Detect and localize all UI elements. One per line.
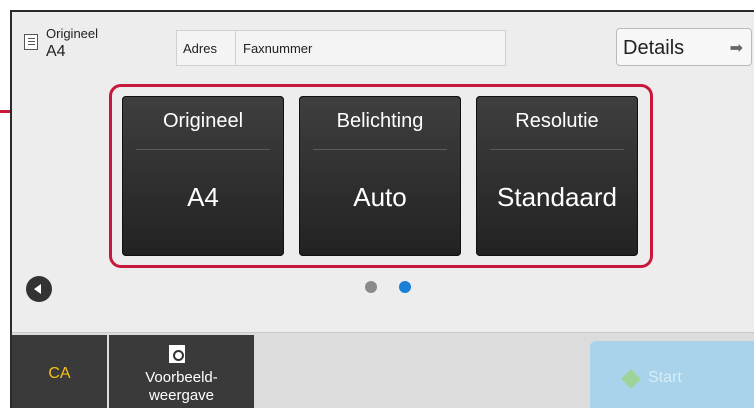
start-diamond-icon <box>621 369 641 389</box>
bottom-bar: CA Voorbeeld- weergave Start <box>12 332 754 408</box>
details-button-label: Details <box>623 37 685 59</box>
original-document-icon <box>24 34 38 50</box>
tile-title: Belichting <box>336 110 424 132</box>
original-size-value[interactable]: A4 <box>46 43 66 61</box>
start-button-label: Start <box>648 369 682 386</box>
original-label: Origineel <box>46 26 99 41</box>
start-button[interactable]: Start <box>590 341 754 408</box>
fax-screen: Origineel A4 Adres Faxnummer Details ➡ O… <box>10 10 754 408</box>
magnifier-document-icon <box>169 345 185 363</box>
address-label: Adres <box>183 41 217 56</box>
preview-button[interactable]: Voorbeeld- weergave <box>109 335 254 408</box>
tile-divider <box>313 149 447 150</box>
back-arrow-icon[interactable] <box>26 276 52 302</box>
address-separator <box>235 31 236 65</box>
page-dot-1[interactable] <box>365 281 377 293</box>
tile-original[interactable]: Origineel A4 <box>122 96 284 256</box>
tile-title: Origineel <box>162 110 244 132</box>
tile-resolution[interactable]: Resolutie Standaard <box>476 96 638 256</box>
tile-divider <box>136 149 270 150</box>
tile-value: Standaard <box>497 182 617 212</box>
tile-value: A4 <box>187 182 219 212</box>
details-button[interactable]: Details ➡ <box>616 28 752 66</box>
tile-value: Auto <box>353 182 407 212</box>
page-dot-2[interactable] <box>399 281 411 293</box>
tile-divider <box>490 149 624 150</box>
ca-button[interactable]: CA <box>12 335 107 408</box>
top-bar: Origineel A4 Adres Faxnummer Details ➡ <box>12 12 754 86</box>
preview-button-label: Voorbeeld- weergave <box>145 369 218 404</box>
tile-title: Resolutie <box>515 110 599 132</box>
ca-button-label: CA <box>48 365 71 382</box>
address-field[interactable]: Adres Faxnummer <box>176 30 506 66</box>
arrow-right-icon: ➡ <box>729 40 743 57</box>
tile-exposure[interactable]: Belichting Auto <box>299 96 461 256</box>
fax-number-input[interactable]: Faxnummer <box>243 41 312 56</box>
